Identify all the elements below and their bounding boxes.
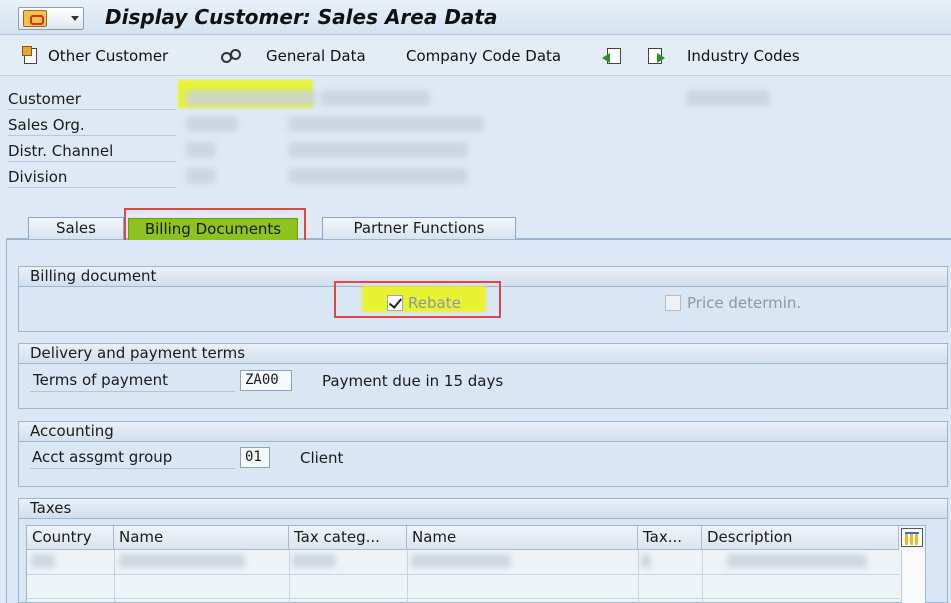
- chevron-down-icon: [71, 16, 79, 21]
- general-data-button[interactable]: General Data: [220, 45, 366, 67]
- terms-of-payment-text: Terms of payment: [33, 371, 168, 389]
- other-customer-button[interactable]: Other Customer: [22, 45, 168, 67]
- industry-codes-button[interactable]: Industry Codes: [687, 45, 800, 67]
- acct-assignment-group-label: Acct assgmt group: [30, 448, 235, 469]
- table-row-redacted-description: [727, 554, 867, 568]
- display-glasses-icon: [220, 47, 241, 65]
- col-header-name[interactable]: Name: [114, 526, 289, 550]
- arrow-right-icon: [645, 47, 665, 65]
- terms-of-payment-description: Payment due in 15 days: [322, 372, 504, 390]
- system-menu-button[interactable]: [18, 7, 84, 30]
- taxes-title: Taxes: [19, 499, 947, 519]
- col-header-tax-classification[interactable]: Tax...: [638, 526, 702, 550]
- sales-org-code-redacted: [186, 116, 238, 132]
- accounting-title: Accounting: [19, 422, 947, 442]
- column-divider: [114, 550, 115, 603]
- tab-partner-functions[interactable]: Partner Functions: [322, 217, 516, 239]
- division-code-redacted: [186, 168, 216, 184]
- rebate-label: Rebate: [408, 294, 461, 312]
- company-code-data-button[interactable]: Company Code Data: [406, 45, 561, 67]
- customer-name-redacted: [320, 90, 430, 106]
- terms-of-payment-field[interactable]: ZA00: [240, 370, 292, 391]
- col-header-tax-name[interactable]: Name: [407, 526, 638, 550]
- rebate-checkbox[interactable]: [387, 295, 403, 311]
- company-code-data-label: Company Code Data: [406, 47, 562, 65]
- general-data-label: General Data: [266, 47, 366, 65]
- acct-assignment-group-text: Acct assgmt group: [32, 448, 173, 466]
- table-row-redacted-tax-name: [411, 554, 511, 568]
- price-determination-checkbox[interactable]: [665, 295, 681, 311]
- column-divider: [702, 550, 703, 603]
- terms-of-payment-label: Terms of payment: [30, 371, 235, 392]
- customer-label: Customer: [8, 88, 176, 110]
- title-bar: Display Customer: Sales Area Data: [0, 0, 951, 35]
- division-desc-redacted: [288, 168, 468, 184]
- customer-city-redacted: [686, 90, 770, 106]
- previous-button[interactable]: [602, 45, 630, 67]
- other-customer-label: Other Customer: [48, 47, 169, 65]
- table-row-redacted-country: [31, 554, 55, 568]
- next-button[interactable]: [645, 45, 671, 67]
- tab-sales[interactable]: Sales: [28, 217, 124, 239]
- billing-document-title: Billing document: [19, 267, 947, 287]
- row-divider: [27, 574, 899, 575]
- row-divider: [27, 598, 899, 599]
- column-divider: [407, 550, 408, 603]
- delivery-payment-title: Delivery and payment terms: [19, 344, 947, 364]
- window-title: Display Customer: Sales Area Data: [105, 5, 498, 29]
- acct-assignment-group-description: Client: [300, 449, 344, 467]
- table-vertical-scrollbar[interactable]: [901, 550, 925, 603]
- other-object-icon: [22, 46, 42, 65]
- table-row-redacted-tax-category: [292, 554, 336, 568]
- division-label: Division: [8, 166, 176, 188]
- column-divider: [289, 550, 290, 603]
- arrow-left-icon: [602, 47, 624, 65]
- col-header-description[interactable]: Description: [702, 526, 899, 550]
- col-header-country[interactable]: Country: [27, 526, 114, 550]
- distr-channel-desc-redacted: [288, 142, 468, 158]
- customer-number-redacted: [186, 90, 316, 106]
- acct-assignment-group-field[interactable]: 01: [240, 447, 270, 468]
- tab-billing-documents[interactable]: Billing Documents: [128, 218, 298, 240]
- table-row-redacted-name: [119, 554, 245, 568]
- column-divider: [638, 550, 639, 603]
- sales-org-label: Sales Org.: [8, 114, 176, 136]
- distr-channel-label: Distr. Channel: [8, 140, 176, 162]
- application-toolbar: Other Customer General Data Company Code…: [0, 36, 951, 76]
- industry-codes-label: Industry Codes: [687, 47, 800, 65]
- distr-channel-code-redacted: [186, 142, 216, 158]
- col-header-tax-category[interactable]: Tax categ...: [289, 526, 407, 550]
- table-row-redacted-tax-class: [641, 554, 651, 568]
- customize-layout-icon: [23, 10, 47, 27]
- sales-org-desc-redacted: [288, 116, 484, 132]
- table-settings-icon[interactable]: [901, 528, 923, 547]
- taxes-table: Country Name Tax categ... Name Tax... De…: [26, 525, 926, 603]
- price-determination-label: Price determin.: [687, 294, 802, 312]
